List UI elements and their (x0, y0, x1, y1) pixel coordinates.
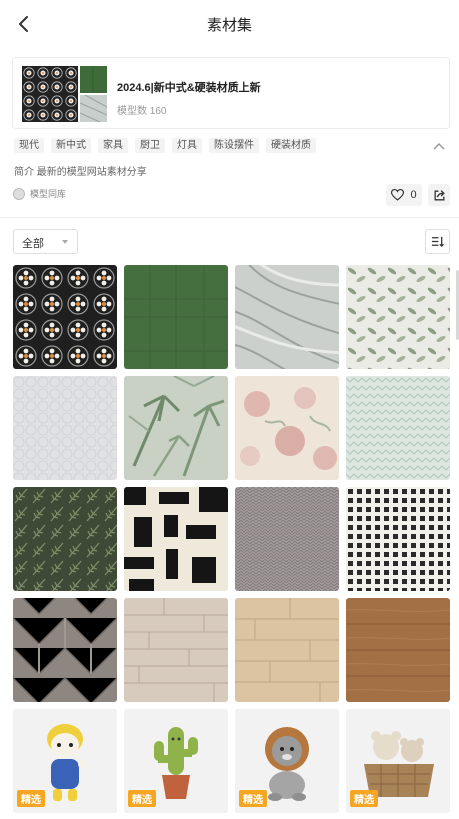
featured-badge: 精选 (128, 790, 156, 807)
page-title: 素材集 (206, 17, 252, 34)
avatar (13, 187, 25, 200)
tag[interactable]: 厨卫 (135, 138, 165, 153)
featured-badge: 精选 (239, 790, 267, 807)
tag[interactable]: 陈设摆件 (209, 138, 259, 153)
heart-icon (391, 189, 405, 201)
marble-thumbnail (80, 95, 107, 122)
tag[interactable]: 新中式 (51, 138, 91, 153)
grey-marble-texture (235, 265, 339, 369)
featured-badge: 精选 (17, 790, 45, 807)
tag-list: 现代 新中式 家具 厨卫 灯具 陈设摆件 硬装材质 (14, 138, 316, 153)
floral-tile-thumbnail (22, 66, 78, 122)
header: 素材集 (0, 0, 459, 48)
author[interactable]: 模型同库 (13, 187, 66, 200)
grid-item[interactable] (346, 487, 450, 591)
mint-herringbone-texture (346, 376, 450, 480)
tag[interactable]: 家具 (98, 138, 128, 153)
green-panel-texture (124, 265, 228, 369)
like-count: 0 (410, 189, 417, 201)
like-button[interactable]: 0 (386, 184, 422, 206)
category-select-label: 全部 (22, 238, 44, 250)
grid-item[interactable] (235, 265, 339, 369)
caret-down-icon (62, 240, 68, 244)
light-grey-fabric-texture (13, 376, 117, 480)
palm-leaf-wallpaper-texture (124, 376, 228, 480)
grey-herringbone-fabric-texture (235, 487, 339, 591)
sort-icon (431, 236, 444, 248)
grid-item[interactable]: 精选 (235, 709, 339, 813)
grid-item[interactable] (124, 376, 228, 480)
sort-button[interactable] (425, 229, 450, 254)
rose-floral-wallpaper-texture (235, 376, 339, 480)
grid-item[interactable]: 精选 (124, 709, 228, 813)
share-icon (434, 189, 445, 200)
collection-cover (22, 66, 107, 122)
collection-title: 2024.6|新中式&硬装材质上新 (117, 82, 261, 94)
grid-item[interactable] (346, 376, 450, 480)
share-button[interactable] (428, 184, 450, 206)
grid-item[interactable] (235, 487, 339, 591)
dark-fern-texture (13, 487, 117, 591)
page: 素材集 2024.6|新中式&硬装材质上新 模型数 160 现代 新中式 家具 … (0, 0, 459, 819)
grid-item[interactable] (124, 265, 228, 369)
category-select[interactable]: 全部 (13, 229, 78, 254)
grid-item[interactable] (124, 487, 228, 591)
author-name: 模型同库 (30, 189, 67, 199)
grid-item[interactable] (235, 598, 339, 702)
grid-item[interactable] (13, 598, 117, 702)
grid-item[interactable]: 精选 (13, 709, 117, 813)
material-grid: 精选 精选 精选 精选 (13, 265, 450, 813)
leaf-pattern-texture (346, 265, 450, 369)
divider (0, 217, 459, 218)
herringbone-wood-floor-texture (13, 598, 117, 702)
grid-item[interactable] (13, 376, 117, 480)
grid-item[interactable] (13, 487, 117, 591)
grid-item[interactable] (13, 265, 117, 369)
grid-item[interactable] (124, 598, 228, 702)
light-wood-plank-texture (124, 598, 228, 702)
grid-item[interactable]: 精选 (346, 709, 450, 813)
chevron-up-icon[interactable] (432, 141, 446, 151)
collection-card[interactable]: 2024.6|新中式&硬装材质上新 模型数 160 (12, 57, 450, 129)
tag[interactable]: 灯具 (172, 138, 202, 153)
floral-tile-texture (13, 265, 117, 369)
black-white-abstract-rug-texture (124, 487, 228, 591)
grid-item[interactable] (346, 598, 450, 702)
check-grid-texture (346, 487, 450, 591)
green-panel-thumbnail (80, 66, 107, 93)
grid-item[interactable] (235, 376, 339, 480)
tag[interactable]: 硬装材质 (266, 138, 316, 153)
collection-intro: 简介 最新的模型网站素材分享 (14, 167, 147, 178)
walnut-wood-plank-texture (346, 598, 450, 702)
grid-item[interactable] (346, 265, 450, 369)
natural-wood-plank-texture (235, 598, 339, 702)
model-count: 模型数 160 (117, 106, 167, 117)
featured-badge: 精选 (350, 790, 378, 807)
tag[interactable]: 现代 (14, 138, 44, 153)
